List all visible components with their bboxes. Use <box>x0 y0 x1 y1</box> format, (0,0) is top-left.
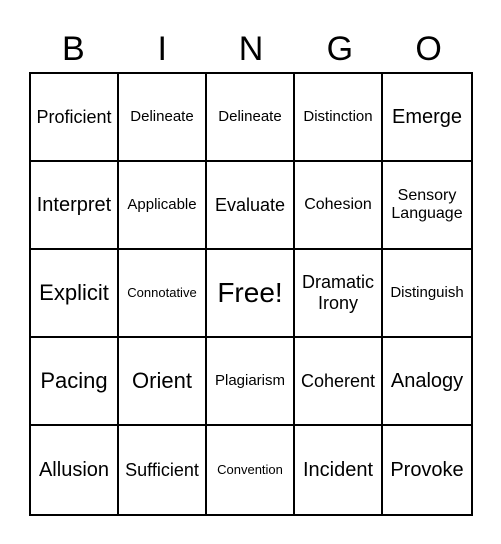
bingo-cell[interactable]: Sufficient <box>119 426 207 514</box>
bingo-cell[interactable]: Evaluate <box>207 162 295 250</box>
header-letter-i: I <box>157 30 167 68</box>
bingo-grid: Proficient Delineate Delineate Distincti… <box>29 72 473 516</box>
bingo-cell[interactable]: Provoke <box>383 426 471 514</box>
header-letter-g: G <box>326 30 354 68</box>
bingo-cell[interactable]: Pacing <box>31 338 119 426</box>
bingo-cell[interactable]: Dramatic Irony <box>295 250 383 338</box>
bingo-cell[interactable]: Distinction <box>295 74 383 162</box>
bingo-cell[interactable]: Incident <box>295 426 383 514</box>
header-letter-n: N <box>238 30 264 68</box>
bingo-cell[interactable]: Delineate <box>207 74 295 162</box>
bingo-cell[interactable]: Allusion <box>31 426 119 514</box>
bingo-cell[interactable]: Sensory Language <box>383 162 471 250</box>
bingo-cell[interactable]: Analogy <box>383 338 471 426</box>
bingo-cell[interactable]: Orient <box>119 338 207 426</box>
header-letter-o: O <box>415 30 442 68</box>
bingo-cell[interactable]: Applicable <box>119 162 207 250</box>
bingo-cell[interactable]: Convention <box>207 426 295 514</box>
bingo-cell[interactable]: Cohesion <box>295 162 383 250</box>
bingo-cell[interactable]: Proficient <box>31 74 119 162</box>
bingo-cell[interactable]: Explicit <box>31 250 119 338</box>
bingo-cell[interactable]: Connotative <box>119 250 207 338</box>
bingo-cell[interactable]: Emerge <box>383 74 471 162</box>
bingo-cell[interactable]: Distinguish <box>383 250 471 338</box>
bingo-cell[interactable]: Interpret <box>31 162 119 250</box>
bingo-header: B I N G O <box>29 26 473 72</box>
bingo-cell[interactable]: Coherent <box>295 338 383 426</box>
free-space-cell[interactable]: Free! <box>207 250 295 338</box>
header-letter-b: B <box>62 30 85 68</box>
bingo-cell[interactable]: Plagiarism <box>207 338 295 426</box>
bingo-cell[interactable]: Delineate <box>119 74 207 162</box>
